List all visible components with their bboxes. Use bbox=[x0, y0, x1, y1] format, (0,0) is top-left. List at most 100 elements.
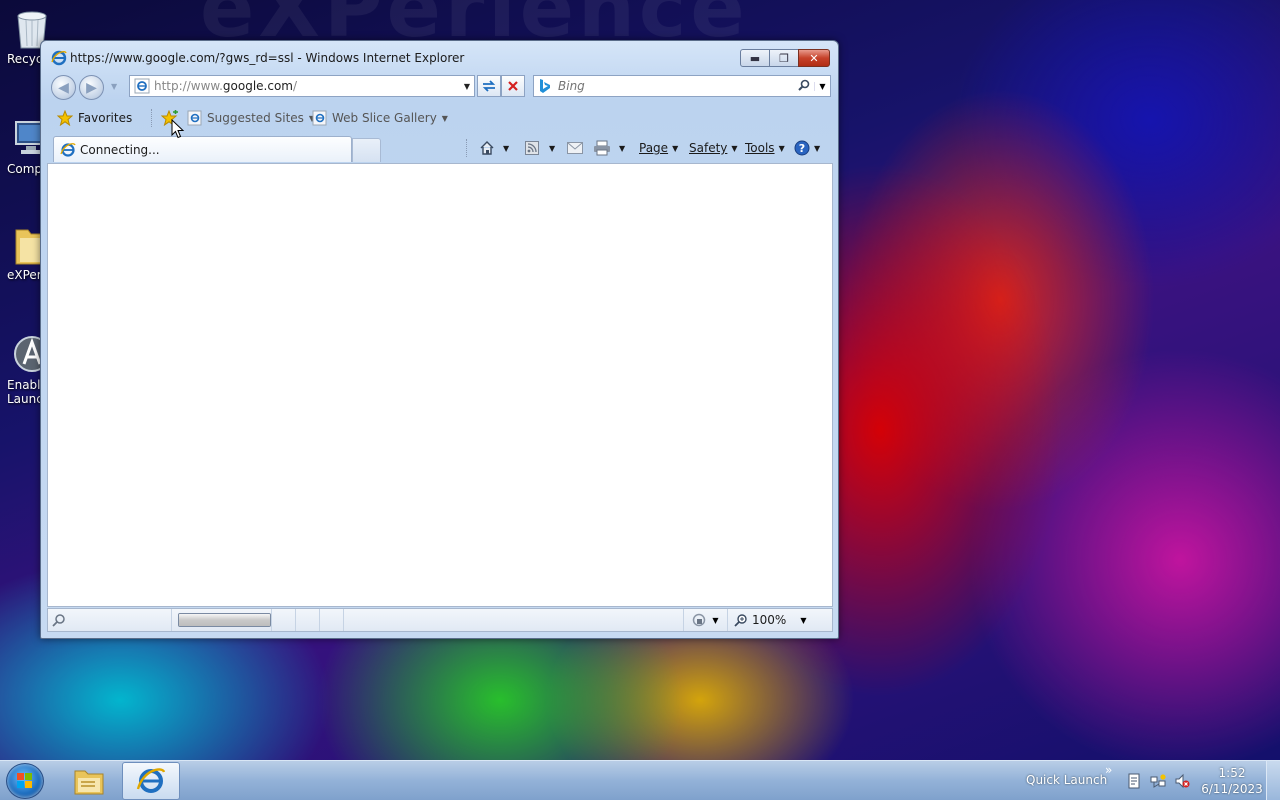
home-button[interactable]: ▼ bbox=[479, 138, 509, 158]
feeds-dropdown-icon[interactable]: ▼ bbox=[549, 144, 555, 153]
address-bar[interactable]: http://www.google.com/ ▼ bbox=[129, 75, 475, 97]
search-options-dropdown-icon[interactable]: ▼ bbox=[814, 81, 830, 91]
compatibility-icon bbox=[482, 80, 496, 92]
web-slice-gallery-button[interactable]: Web Slice Gallery ▼ bbox=[312, 108, 448, 128]
search-box[interactable]: ▼ bbox=[533, 75, 831, 97]
ie-icon bbox=[51, 50, 67, 66]
print-dropdown-icon[interactable]: ▼ bbox=[619, 144, 625, 153]
safety-menu-button[interactable]: Safety ▼ bbox=[689, 138, 738, 158]
chevron-down-icon: ▼ bbox=[731, 143, 738, 153]
safety-menu-label: Safety bbox=[689, 141, 728, 155]
start-button[interactable] bbox=[6, 763, 44, 799]
status-pane bbox=[344, 609, 684, 631]
clock-time: 1:52 bbox=[1218, 766, 1246, 780]
forward-button[interactable]: ▶ bbox=[79, 75, 104, 100]
tab-title: Connecting... bbox=[80, 142, 160, 157]
help-menu-button[interactable]: ? ▼ bbox=[794, 138, 820, 158]
status-pane bbox=[320, 609, 344, 631]
status-pane bbox=[272, 609, 296, 631]
ie-icon bbox=[136, 768, 166, 793]
zoom-icon bbox=[734, 614, 747, 627]
browser-window: https://www.google.com/?gws_rd=ssl - Win… bbox=[40, 40, 839, 639]
stop-button[interactable] bbox=[501, 75, 525, 97]
rss-feed-icon bbox=[525, 141, 539, 155]
print-button[interactable]: ▼ bbox=[593, 138, 625, 158]
search-input[interactable] bbox=[558, 79, 794, 93]
favorites-star-icon bbox=[57, 110, 73, 126]
chevron-down-icon: ▼ bbox=[712, 615, 719, 625]
forward-arrow-icon: ▶ bbox=[86, 79, 97, 96]
navigation-bar: ◀ ▶ ▼ http://www.google.com/ ▼ ▼ bbox=[47, 73, 832, 101]
show-desktop-button[interactable] bbox=[1266, 761, 1280, 800]
address-dropdown-icon[interactable]: ▼ bbox=[460, 82, 474, 91]
bing-icon bbox=[540, 79, 550, 93]
ie-loading-icon bbox=[60, 142, 76, 157]
browser-tab[interactable]: Connecting... bbox=[53, 136, 352, 162]
windows-logo-icon bbox=[17, 773, 32, 788]
favorites-button[interactable]: Favorites bbox=[57, 108, 132, 128]
tab-and-command-row: Connecting... ▼ ▼ ▼ Page ▼ Safety ▼ Tool… bbox=[47, 133, 832, 163]
close-button[interactable]: ✕ bbox=[798, 49, 830, 67]
favorites-label: Favorites bbox=[78, 111, 133, 125]
help-icon: ? bbox=[794, 140, 810, 156]
security-zone-icon bbox=[693, 613, 706, 627]
maximize-button[interactable]: ❐ bbox=[769, 49, 799, 67]
zoom-level: 100% bbox=[752, 613, 787, 627]
recent-pages-dropdown[interactable]: ▼ bbox=[111, 82, 117, 91]
address-url[interactable]: http://www.google.com/ bbox=[154, 79, 460, 93]
suggested-sites-label: Suggested Sites bbox=[207, 111, 304, 125]
printer-icon bbox=[594, 140, 610, 156]
svg-text:?: ? bbox=[799, 142, 805, 155]
favorites-bar: Favorites Suggested Sites ▼ Web Slice Ga… bbox=[47, 105, 832, 131]
status-text-area bbox=[48, 609, 172, 631]
status-bar: ▼ 100% ▼ bbox=[47, 608, 833, 632]
zoom-button[interactable]: 100% ▼ bbox=[728, 609, 808, 631]
window-title: https://www.google.com/?gws_rd=ssl - Win… bbox=[70, 51, 465, 65]
url-prefix: http://www. bbox=[154, 79, 223, 93]
back-button[interactable]: ◀ bbox=[51, 75, 76, 100]
feeds-button[interactable]: ▼ bbox=[525, 138, 555, 158]
home-dropdown-icon[interactable]: ▼ bbox=[503, 144, 509, 153]
quick-launch-label[interactable]: Quick Launch bbox=[1026, 773, 1107, 787]
quick-launch-chevron-icon[interactable]: » bbox=[1105, 763, 1112, 777]
page-menu-button[interactable]: Page ▼ bbox=[639, 138, 678, 158]
ie-page-icon bbox=[312, 110, 327, 126]
compatibility-view-button[interactable] bbox=[477, 75, 501, 97]
status-pane bbox=[296, 609, 320, 631]
back-arrow-icon: ◀ bbox=[58, 79, 69, 96]
network-icon[interactable] bbox=[1150, 773, 1166, 789]
chevron-down-icon: ▼ bbox=[778, 143, 785, 153]
title-bar[interactable]: https://www.google.com/?gws_rd=ssl - Win… bbox=[41, 41, 838, 71]
page-content-area[interactable] bbox=[47, 163, 833, 607]
page-load-progress-bar bbox=[178, 613, 271, 627]
protected-mode-button[interactable]: ▼ bbox=[684, 609, 728, 631]
toolbar-separator bbox=[151, 109, 152, 127]
toolbar-separator bbox=[466, 139, 467, 157]
new-tab-button[interactable] bbox=[352, 138, 381, 162]
page-menu-label: Page bbox=[639, 141, 669, 155]
read-mail-button[interactable] bbox=[567, 138, 583, 158]
suggested-sites-button[interactable]: Suggested Sites ▼ bbox=[187, 108, 315, 128]
chevron-down-icon: ▼ bbox=[800, 615, 807, 625]
ie-page-icon bbox=[134, 78, 150, 94]
ie-page-icon bbox=[187, 110, 202, 126]
taskbar-ie-button[interactable] bbox=[122, 762, 180, 800]
url-host: google.com bbox=[222, 79, 293, 93]
clock-date: 6/11/2023 bbox=[1201, 782, 1263, 796]
progress-segment bbox=[172, 609, 272, 631]
mail-icon bbox=[567, 142, 583, 154]
chevron-down-icon: ▼ bbox=[814, 143, 821, 153]
folder-icon bbox=[74, 770, 104, 795]
home-icon bbox=[480, 141, 494, 155]
chevron-down-icon: ▼ bbox=[441, 113, 448, 123]
taskbar-explorer-button[interactable] bbox=[60, 762, 118, 800]
search-go-icon[interactable] bbox=[794, 79, 814, 94]
volume-muted-icon[interactable] bbox=[1174, 773, 1190, 789]
action-center-icon[interactable] bbox=[1126, 773, 1142, 789]
minimize-button[interactable]: ▬ bbox=[740, 49, 770, 67]
system-clock[interactable]: 1:52 6/11/2023 bbox=[1196, 765, 1268, 797]
tools-menu-button[interactable]: Tools ▼ bbox=[745, 138, 785, 158]
chevron-down-icon: ▼ bbox=[672, 143, 679, 153]
stop-icon bbox=[508, 81, 518, 91]
web-slice-gallery-label: Web Slice Gallery bbox=[332, 111, 437, 125]
